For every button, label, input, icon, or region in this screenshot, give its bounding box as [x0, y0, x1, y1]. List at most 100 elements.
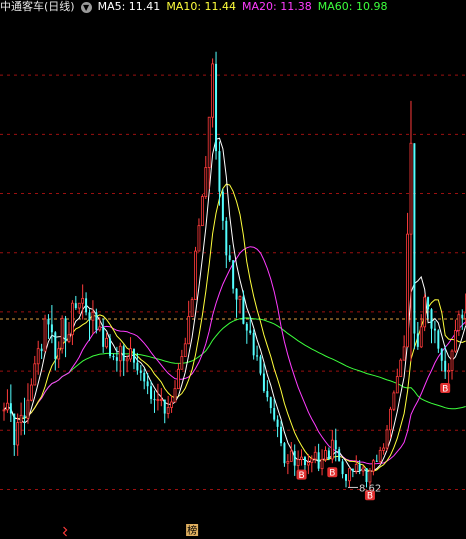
candle-body — [115, 357, 118, 361]
candle — [177, 363, 180, 390]
candle-body — [406, 233, 409, 348]
candle-body — [146, 381, 149, 387]
candle-body — [249, 330, 252, 333]
candle-body — [371, 460, 375, 472]
candle — [238, 295, 242, 314]
b-marker-label: B — [298, 471, 304, 481]
candle — [194, 246, 197, 300]
candle — [252, 329, 255, 360]
candle — [235, 288, 238, 318]
ma20-value: MA20: 11.38 — [242, 0, 312, 13]
candle — [293, 444, 296, 476]
candle-body — [215, 63, 218, 152]
candle-body — [150, 386, 153, 399]
b-marker: B — [296, 469, 307, 481]
candle — [187, 300, 191, 345]
candle — [402, 335, 406, 361]
candle-body — [77, 302, 81, 309]
candlestick-chart: B BBB 8.62 榜 — [0, 51, 466, 537]
candle-body — [252, 332, 255, 356]
candle-body — [47, 318, 50, 325]
candle — [33, 355, 37, 386]
candle — [197, 218, 201, 252]
candle-body — [228, 255, 231, 261]
candle — [430, 308, 433, 344]
candle — [259, 354, 262, 376]
candle-body — [109, 338, 112, 356]
candle — [166, 395, 170, 419]
low-price-annotation: 8.62 — [348, 483, 381, 494]
candle-body — [345, 474, 347, 481]
candle-body — [262, 373, 265, 392]
candle — [320, 449, 324, 476]
candle-body — [190, 299, 194, 317]
candle-body — [132, 348, 135, 363]
candle — [273, 398, 276, 422]
candle-body — [235, 288, 238, 300]
candle — [16, 413, 20, 456]
candle-body — [197, 225, 201, 252]
candle — [457, 310, 461, 336]
candle — [190, 297, 194, 317]
candle — [399, 358, 403, 377]
candle-body — [200, 196, 204, 227]
candle-body — [440, 348, 443, 361]
candle-body — [300, 456, 303, 460]
candle-body — [207, 116, 211, 168]
candle — [40, 343, 43, 359]
candle — [211, 58, 215, 128]
candle-body — [166, 407, 170, 414]
candle — [382, 443, 386, 455]
candle-body — [402, 346, 406, 361]
candle-body — [437, 330, 440, 349]
candle-body — [351, 468, 354, 472]
candle — [200, 194, 204, 227]
candle — [256, 345, 259, 361]
candle — [36, 340, 40, 375]
candle — [437, 329, 440, 353]
candle — [105, 332, 108, 349]
candle-body — [71, 302, 74, 336]
candle-body — [129, 348, 132, 360]
candle-body — [354, 464, 358, 472]
candle-body — [392, 392, 396, 410]
ma5-value: MA5: 11.41 — [97, 0, 161, 13]
candle-body — [416, 333, 419, 347]
candle-body — [204, 167, 208, 197]
candle-body — [433, 328, 436, 331]
candle-body — [139, 370, 142, 373]
candle — [6, 389, 9, 413]
candle — [317, 443, 320, 472]
candle — [348, 468, 351, 488]
bang-label: 榜 — [187, 524, 197, 537]
candle-body — [365, 468, 368, 482]
candle — [454, 319, 457, 353]
candle-body — [358, 464, 361, 472]
candle — [180, 349, 184, 370]
candle — [139, 365, 142, 381]
candle-body — [293, 451, 296, 466]
candle — [306, 454, 310, 475]
candle — [296, 450, 300, 473]
candle-body — [454, 330, 457, 352]
candle-body — [375, 460, 378, 462]
candle-body — [23, 415, 26, 419]
ma60-value: MA60: 10.98 — [317, 0, 388, 13]
candle — [91, 300, 95, 335]
candle — [283, 441, 286, 467]
candle — [13, 413, 16, 456]
candle — [221, 188, 224, 230]
chevron-down-icon[interactable]: ▼ — [80, 1, 92, 13]
candle-body — [156, 399, 160, 401]
candle-body — [180, 356, 184, 370]
candle — [143, 368, 146, 390]
candle-body — [378, 450, 382, 462]
candle-body — [9, 403, 12, 414]
candle — [129, 337, 132, 362]
candle-body — [163, 399, 166, 414]
candle-body — [16, 422, 20, 446]
candle — [303, 455, 306, 472]
candle-body — [334, 440, 337, 450]
candle — [375, 454, 378, 462]
candle — [280, 420, 283, 447]
